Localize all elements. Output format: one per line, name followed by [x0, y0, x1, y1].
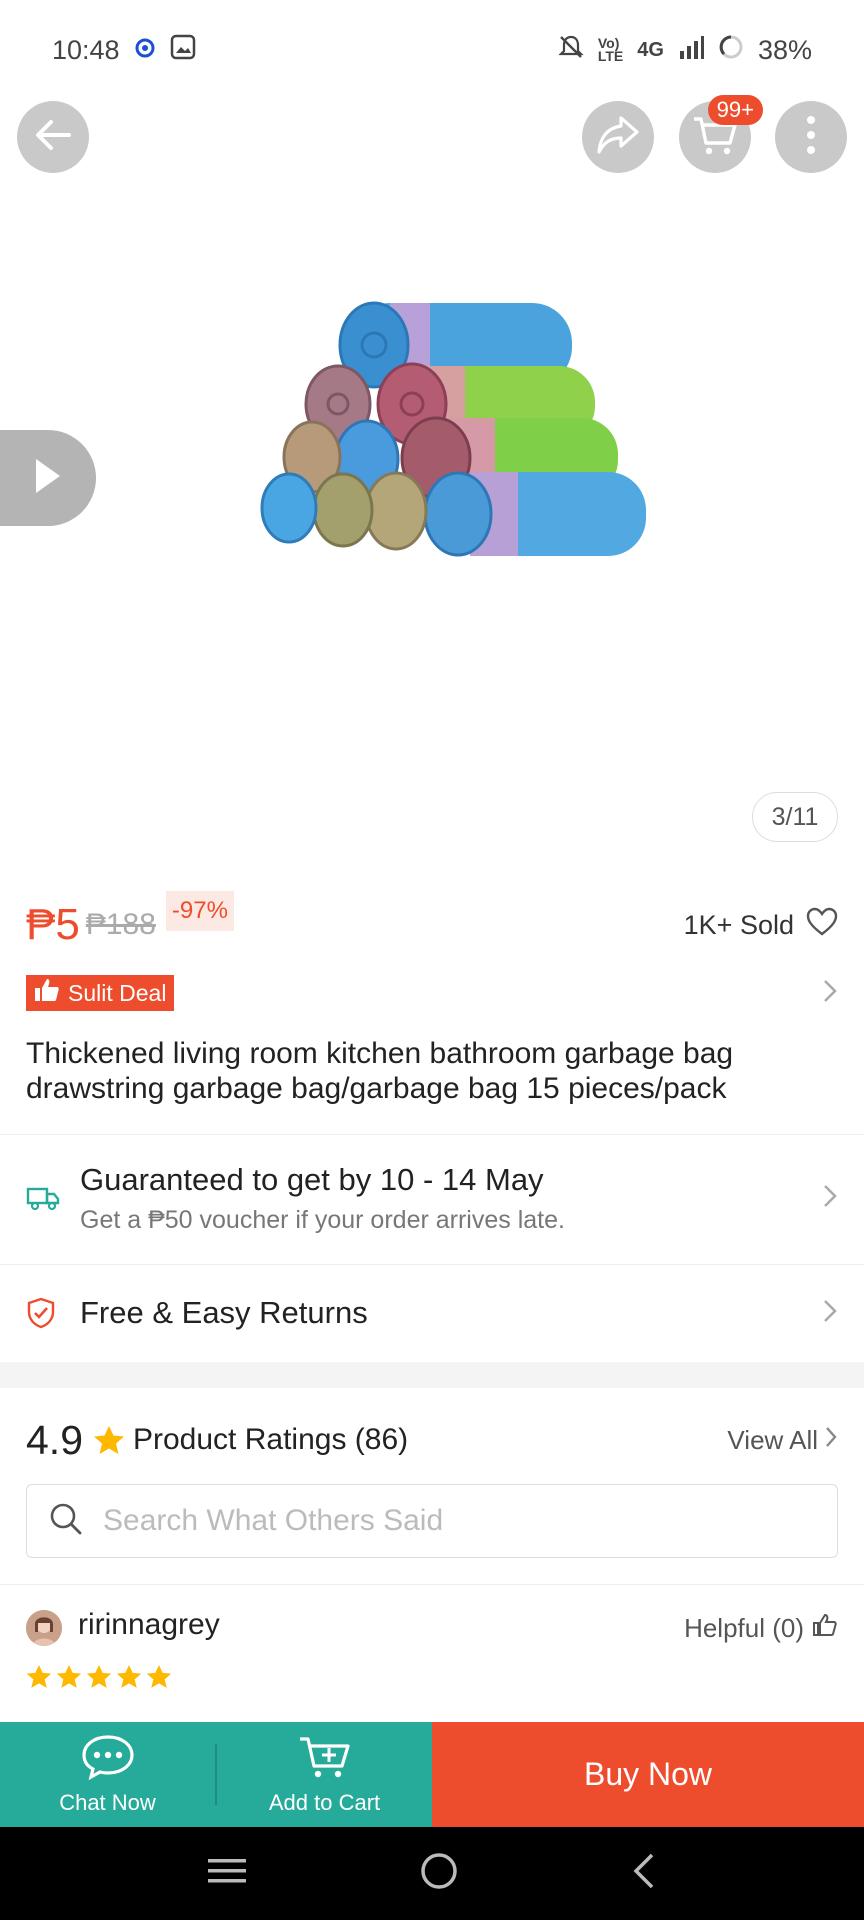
recent-apps-icon[interactable] [206, 1855, 248, 1892]
play-video-button[interactable] [0, 430, 96, 526]
product-image [260, 301, 646, 557]
shipping-subtitle: Get a ₱50 voucher if your order arrives … [80, 1205, 565, 1234]
add-to-cart-button[interactable]: Add to Cart [217, 1722, 432, 1827]
star-icon [93, 1425, 125, 1455]
sold-count: 1K+ Sold [684, 907, 838, 944]
mute-icon [558, 34, 584, 67]
review-stars [26, 1664, 172, 1694]
chevron-right-icon [822, 1183, 838, 1214]
play-icon [32, 456, 64, 501]
price-row: ₱5 ₱188 -97% 1K+ Sold [26, 891, 838, 955]
avatar[interactable] [26, 1610, 62, 1646]
shipping-guarantee-row[interactable]: Guaranteed to get by 10 - 14 May Get a ₱… [26, 1158, 838, 1238]
deal-label: Sulit Deal [68, 979, 167, 1006]
shipping-title: Guaranteed to get by 10 - 14 May [80, 1161, 544, 1197]
star-icon [26, 1664, 52, 1694]
ratings-header: 4.9 Product Ratings (86) View All [26, 1412, 838, 1468]
network-label: 4G [637, 38, 664, 61]
status-bar: 10:48 Vo) LTE 4G 38% [0, 0, 864, 100]
divider [0, 1584, 864, 1585]
helpful-button[interactable]: Helpful (0) [684, 1612, 838, 1645]
sold-label: 1K+ Sold [683, 909, 794, 940]
system-navigation-bar [0, 1827, 864, 1920]
deal-row[interactable]: Sulit Deal [26, 974, 838, 1012]
sulit-deal-badge: Sulit Deal [26, 975, 175, 1011]
original-price: ₱188 [85, 908, 156, 941]
star-icon [116, 1664, 142, 1694]
chat-now-label: Chat Now [59, 1789, 156, 1815]
helpful-label: Helpful (0) [684, 1613, 804, 1643]
add-cart-icon [298, 1734, 352, 1786]
favorite-heart-icon[interactable] [806, 907, 838, 944]
discount-badge: -97% [165, 891, 234, 931]
chevron-right-icon [824, 1425, 838, 1456]
share-icon [595, 114, 641, 161]
product-title: Thickened living room kitchen bathroom g… [26, 1037, 734, 1105]
battery-percent: 38% [757, 34, 812, 65]
review-item: ririnnagrey Helpful (0) [26, 1608, 838, 1698]
volte-icon: Vo) LTE [597, 35, 624, 64]
current-price: ₱5 [26, 900, 80, 949]
search-icon [49, 1502, 83, 1541]
secondary-actions: Chat Now Add to Cart [0, 1722, 432, 1827]
more-icon [805, 114, 817, 161]
add-to-cart-label: Add to Cart [268, 1789, 381, 1815]
product-image-gallery[interactable] [0, 160, 864, 860]
buy-now-button[interactable]: Buy Now [432, 1722, 864, 1827]
cart-count-badge: 99+ [707, 95, 763, 125]
review-search-box[interactable] [26, 1484, 838, 1558]
bottom-action-bar: Chat Now Add to Cart Buy Now [0, 1722, 864, 1827]
shield-check-icon [26, 1297, 80, 1329]
system-back-icon[interactable] [630, 1851, 658, 1896]
view-all-ratings-link[interactable]: View All [727, 1425, 838, 1456]
status-time: 10:48 [52, 34, 120, 65]
ratings-label: Product Ratings (86) [133, 1423, 409, 1456]
chat-now-button[interactable]: Chat Now [0, 1722, 215, 1827]
free-returns-row[interactable]: Free & Easy Returns [26, 1286, 838, 1340]
back-arrow-icon [31, 113, 75, 162]
review-search-input[interactable] [103, 1504, 783, 1538]
signal-icon [678, 35, 704, 66]
chat-bubble-icon [80, 1734, 136, 1786]
delivery-truck-icon [26, 1185, 80, 1211]
divider [0, 1134, 864, 1135]
view-all-label: View All [727, 1424, 818, 1455]
rating-score: 4.9 [26, 1416, 83, 1463]
product-page: 10:48 Vo) LTE 4G 38% 99+ 3/11 ₱5 ₱188 -9… [0, 0, 864, 1920]
thumbs-up-icon [812, 1612, 838, 1645]
chevron-right-icon [822, 978, 838, 1009]
star-icon [56, 1664, 82, 1694]
star-icon [146, 1664, 172, 1694]
sync-icon [134, 35, 156, 66]
battery-icon [718, 34, 744, 67]
image-counter: 3/11 [752, 792, 838, 842]
home-icon[interactable] [419, 1851, 459, 1896]
gallery-notification-icon [170, 34, 196, 67]
section-divider [0, 1362, 864, 1388]
returns-label: Free & Easy Returns [80, 1295, 368, 1330]
chevron-right-icon [822, 1298, 838, 1329]
star-icon [86, 1664, 112, 1694]
reviewer-name: ririnnagrey [78, 1608, 220, 1641]
thumbs-up-icon [34, 977, 60, 1009]
divider [0, 1264, 864, 1265]
